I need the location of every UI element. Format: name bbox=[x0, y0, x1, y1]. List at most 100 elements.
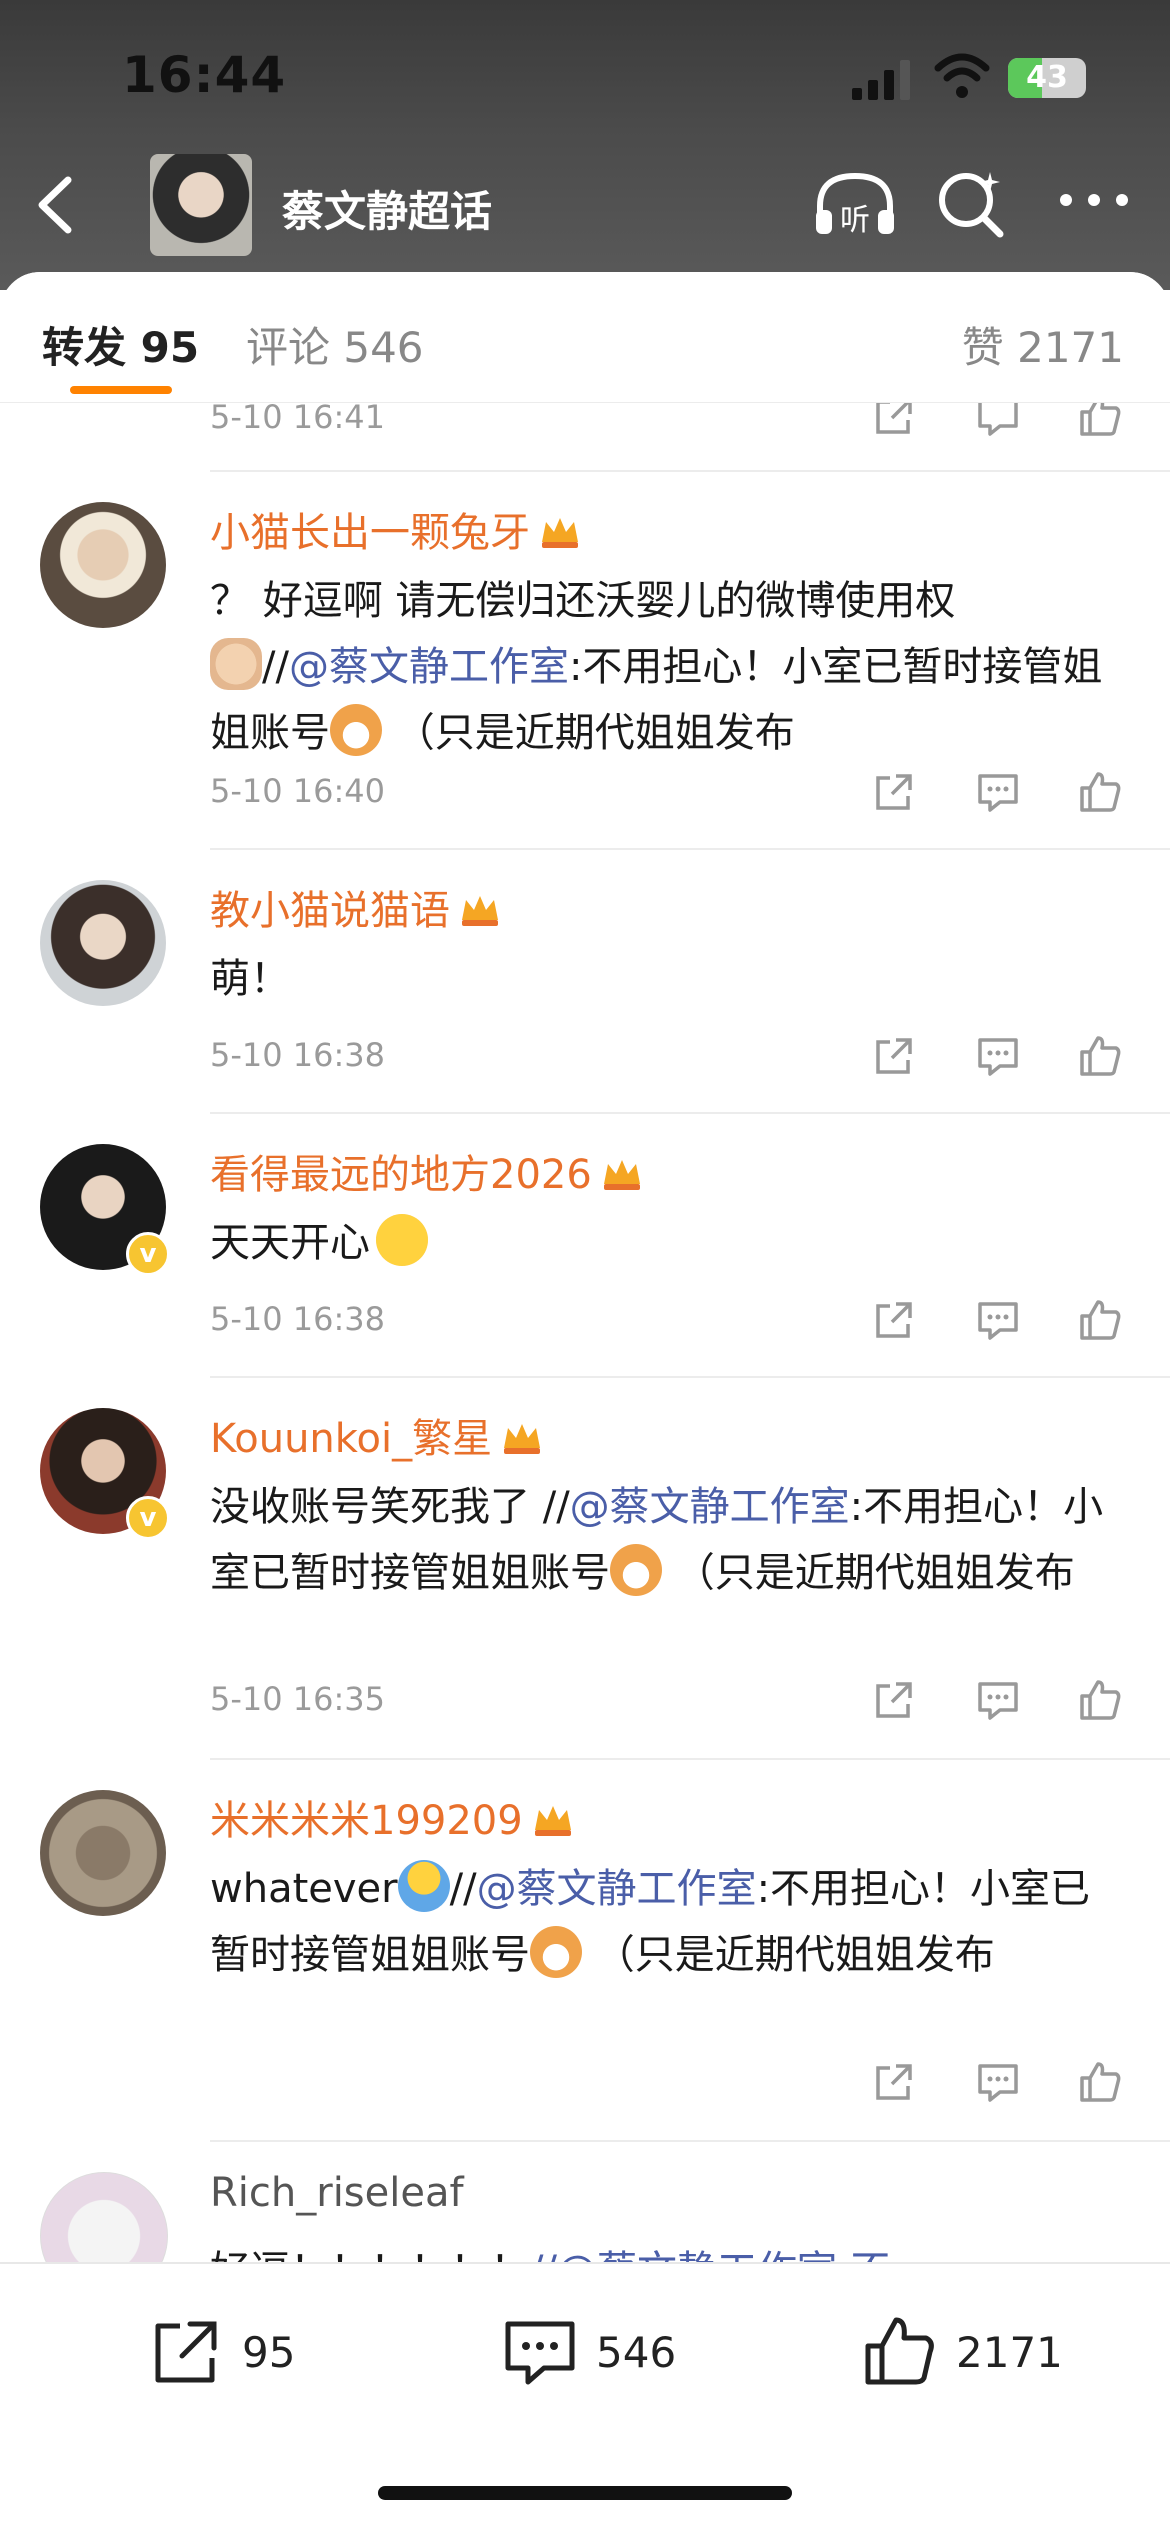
text-part: ？ 好逗啊 请无偿归还沃婴儿的微博使用权 bbox=[210, 578, 956, 624]
fist-emoji-icon bbox=[210, 638, 262, 690]
comment-icon bbox=[505, 2321, 575, 2385]
avatar[interactable] bbox=[40, 1790, 166, 1916]
action-row bbox=[870, 2058, 1130, 2108]
username[interactable]: 米米米米199209 bbox=[210, 1788, 575, 1846]
text-part: whatever bbox=[210, 1866, 398, 1912]
text-part: （只是近期代姐姐发布 bbox=[662, 1550, 1075, 1596]
username[interactable]: Rich_riseleaf bbox=[210, 2170, 464, 2216]
mention-link[interactable]: @蔡文静工作室 bbox=[289, 644, 569, 690]
divider bbox=[210, 1758, 1170, 1760]
crown-badge-icon bbox=[603, 1160, 640, 1190]
post-time: 5-10 16:38 bbox=[210, 1036, 386, 1074]
avatar[interactable] bbox=[40, 880, 166, 1006]
status-bar: 16:44 43 bbox=[0, 0, 1170, 150]
divider bbox=[210, 848, 1170, 850]
like-icon[interactable] bbox=[1076, 2058, 1124, 2106]
tab-bar: 转发 95 评论 546 赞 2171 bbox=[0, 272, 1170, 403]
username-text: 小猫长出一颗兔牙 bbox=[210, 510, 530, 556]
tab-repost[interactable]: 转发 95 bbox=[42, 314, 199, 375]
share-icon bbox=[155, 2321, 217, 2383]
mention-link[interactable]: @蔡文静工作室 bbox=[570, 1484, 850, 1530]
topic-avatar[interactable] bbox=[150, 154, 252, 256]
crown-badge-icon bbox=[534, 1806, 571, 1836]
repost-text: whatever//@蔡文静工作室:不用担心！小室已暂时接管姐姐账号 （只是近期… bbox=[210, 1856, 1110, 1988]
home-indicator[interactable] bbox=[378, 2486, 792, 2500]
repost-text: 没收账号笑死我了 //@蔡文静工作室:不用担心！小室已暂时接管姐姐账号 （只是近… bbox=[210, 1474, 1110, 1606]
crown-badge-icon bbox=[504, 1424, 541, 1454]
battery-percent: 43 bbox=[1026, 60, 1068, 95]
nerd-emoji-icon bbox=[376, 1214, 428, 1266]
status-time: 16:44 bbox=[122, 46, 287, 104]
username[interactable]: Kouunkoi_繁星 bbox=[210, 1406, 544, 1464]
avatar[interactable] bbox=[40, 502, 166, 628]
post-time: 5-10 16:41 bbox=[210, 398, 386, 436]
text-part: （只是近期代姐姐发布 bbox=[382, 710, 795, 756]
dog-emoji-icon bbox=[610, 1544, 662, 1596]
list-item: 5-10 16:41 bbox=[0, 396, 1170, 472]
username-text: Kouunkoi_繁星 bbox=[210, 1416, 493, 1462]
tab-comment[interactable]: 评论 546 bbox=[246, 314, 424, 375]
divider bbox=[210, 1376, 1170, 1378]
crown-badge-icon bbox=[542, 518, 578, 548]
page-title[interactable]: 蔡文静超话 bbox=[282, 178, 492, 239]
comment-icon[interactable] bbox=[974, 768, 1022, 816]
like-icon[interactable] bbox=[1076, 1676, 1124, 1724]
action-row bbox=[870, 1032, 1130, 1082]
post-time: 5-10 16:40 bbox=[210, 772, 386, 810]
text-part: 萌！ bbox=[210, 956, 290, 1002]
crown-badge-icon bbox=[462, 896, 498, 926]
bottom-action-bar: 95 546 2171 bbox=[0, 2262, 1170, 2534]
shrug-emoji-icon bbox=[397, 1860, 450, 1912]
comment-icon[interactable] bbox=[974, 2058, 1022, 2106]
search-icon[interactable] bbox=[936, 168, 1006, 238]
share-icon[interactable] bbox=[870, 768, 918, 816]
repost-text: 萌！ bbox=[210, 946, 1110, 1012]
repost-text: 天天开心 bbox=[210, 1210, 1110, 1276]
share-icon[interactable] bbox=[870, 1296, 918, 1344]
comment-icon[interactable] bbox=[974, 1676, 1022, 1724]
comment-icon[interactable] bbox=[974, 1296, 1022, 1344]
like-icon[interactable] bbox=[1076, 1296, 1124, 1344]
comment-icon[interactable] bbox=[974, 1032, 1022, 1080]
repost-count: 95 bbox=[242, 2328, 296, 2377]
tab-active-indicator bbox=[70, 386, 172, 394]
verified-badge-icon: v bbox=[126, 1496, 170, 1540]
text-part: // bbox=[262, 644, 289, 690]
action-row bbox=[870, 1296, 1130, 1346]
share-icon[interactable] bbox=[870, 1676, 918, 1724]
username[interactable]: 小猫长出一颗兔牙 bbox=[210, 500, 582, 558]
more-icon[interactable] bbox=[1056, 180, 1132, 220]
nav-bar: 蔡文静超话 听 bbox=[0, 150, 1170, 260]
tab-like[interactable]: 赞 2171 bbox=[962, 314, 1124, 375]
username-text: 教小猫说猫语 bbox=[210, 888, 450, 934]
like-button[interactable]: 2171 bbox=[860, 2312, 1070, 2402]
headphones-listen-icon[interactable]: 听 bbox=[812, 170, 898, 240]
divider bbox=[210, 2140, 1170, 2142]
share-icon[interactable] bbox=[870, 1032, 918, 1080]
repost-button[interactable]: 95 bbox=[146, 2312, 306, 2402]
header-background: 16:44 43 蔡文静超话 听 bbox=[0, 0, 1170, 290]
text-part: 天天开心 bbox=[210, 1220, 370, 1266]
share-icon[interactable] bbox=[870, 2058, 918, 2106]
like-count: 2171 bbox=[956, 2328, 1063, 2377]
wifi-icon bbox=[934, 53, 990, 98]
username[interactable]: 看得最远的地方2026 bbox=[210, 1142, 644, 1200]
cellular-signal-icon bbox=[852, 60, 910, 100]
svg-text:听: 听 bbox=[840, 203, 870, 238]
post-time: 5-10 16:38 bbox=[210, 1300, 386, 1338]
username-text: 看得最远的地方2026 bbox=[210, 1152, 592, 1198]
back-icon[interactable] bbox=[28, 174, 84, 236]
comment-count: 546 bbox=[596, 2328, 677, 2377]
like-icon[interactable] bbox=[1076, 1032, 1124, 1080]
post-time: 5-10 16:35 bbox=[210, 1680, 386, 1718]
comment-button[interactable]: 546 bbox=[500, 2312, 700, 2402]
repost-text: ？ 好逗啊 请无偿归还沃婴儿的微博使用权//@蔡文静工作室:不用担心！小室已暂时… bbox=[210, 568, 1110, 766]
text-part: 没收账号笑死我了 // bbox=[210, 1484, 570, 1530]
mention-link[interactable]: @蔡文静工作室 bbox=[477, 1866, 757, 1912]
action-row bbox=[870, 1676, 1130, 1726]
username[interactable]: 教小猫说猫语 bbox=[210, 878, 502, 936]
text-part: （只是近期代姐姐发布 bbox=[582, 1932, 995, 1978]
like-icon[interactable] bbox=[1076, 768, 1124, 816]
verified-badge-icon: v bbox=[126, 1232, 170, 1276]
divider bbox=[210, 1112, 1170, 1114]
